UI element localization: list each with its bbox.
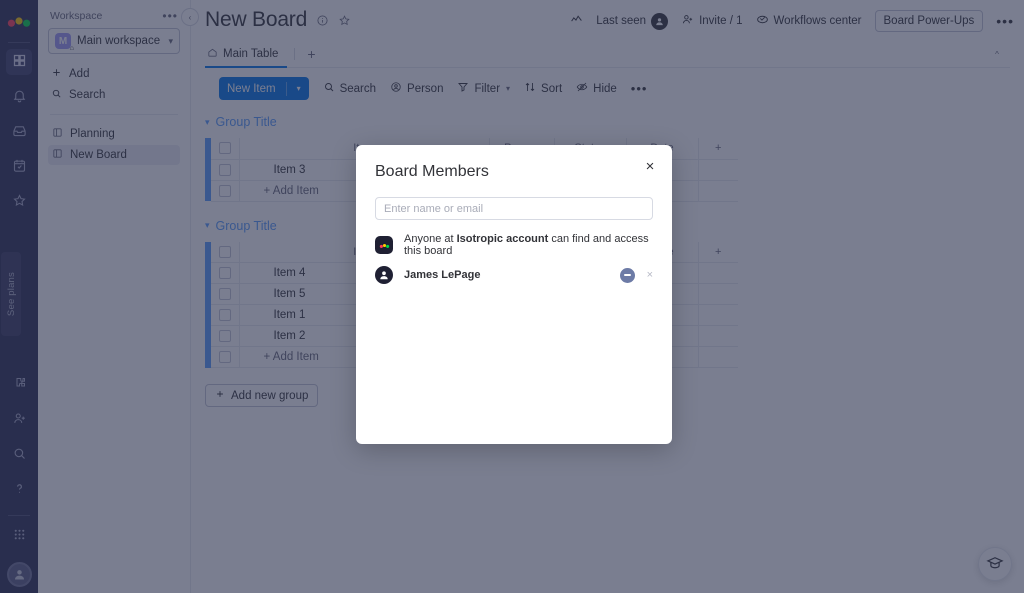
close-icon[interactable]: × [641,157,659,175]
account-access-row: Anyone at Isotropic account can find and… [375,232,653,258]
owner-badge-icon[interactable] [620,268,635,283]
list-item: James LePage × [375,262,653,288]
monday-account-icon [375,236,393,254]
remove-member-button[interactable]: × [647,269,653,281]
member-avatar [375,266,393,284]
member-search-input[interactable] [375,197,653,220]
dialog-title: Board Members [375,163,653,181]
member-actions: × [620,268,653,283]
board-members-dialog: × Board Members Anyone at Isotropic acco… [356,145,672,444]
account-access-text: Anyone at Isotropic account can find and… [404,233,653,257]
owner-badge-bar [624,274,631,276]
access-text-before: Anyone at [404,233,457,245]
member-name: James LePage [404,269,480,281]
account-name: Isotropic account [457,233,549,245]
